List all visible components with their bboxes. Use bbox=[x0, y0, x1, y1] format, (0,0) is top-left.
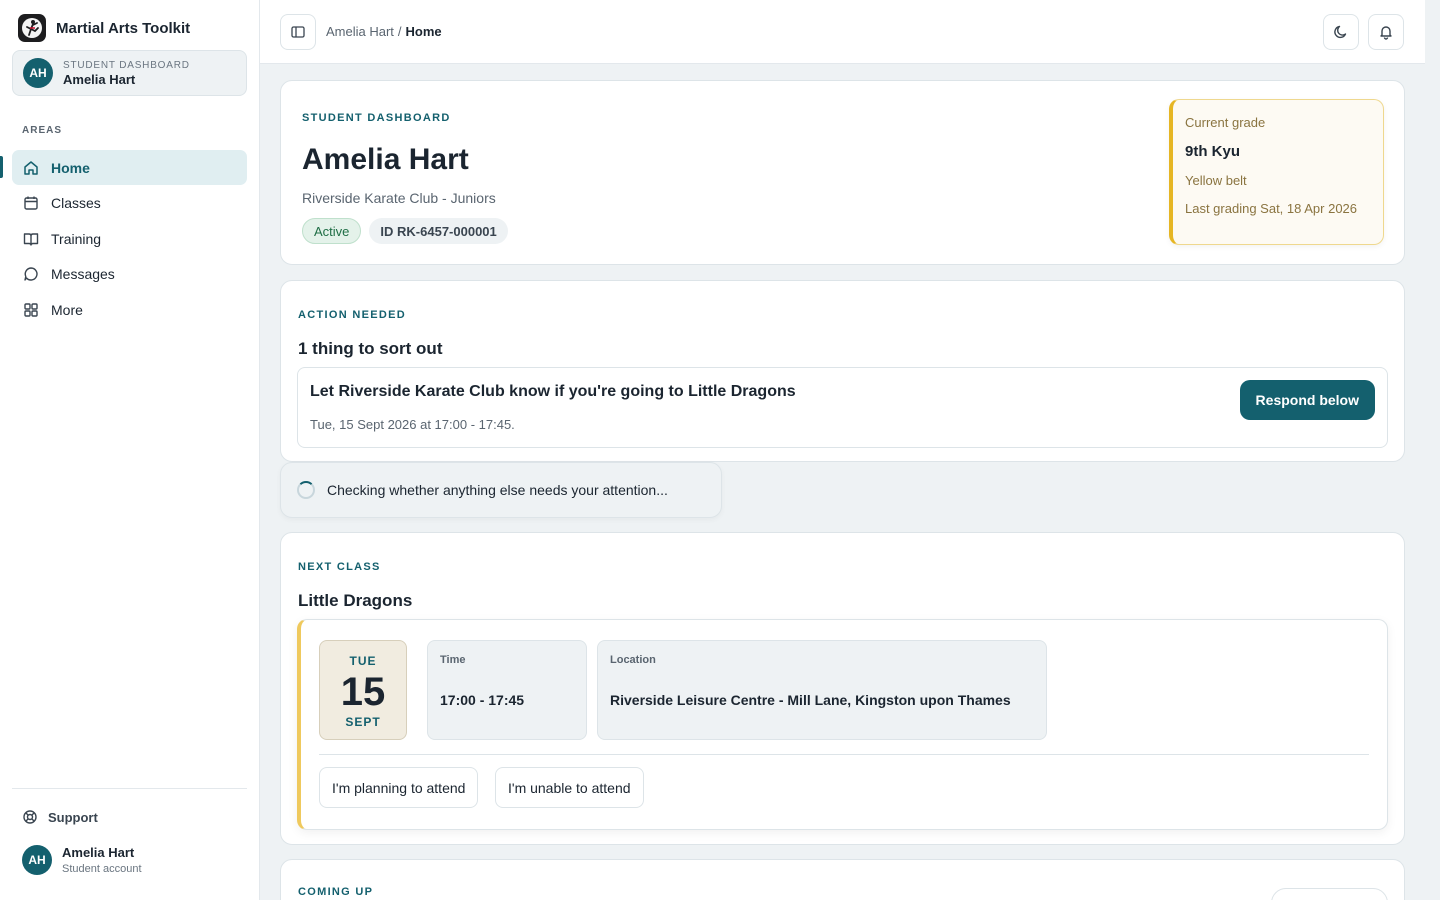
class-day: 15 bbox=[340, 670, 386, 714]
areas-label: AREAS bbox=[22, 125, 63, 136]
time-label: Time bbox=[440, 654, 466, 666]
class-detail: TUE 15 SEPT Time 17:00 - 17:45 Location … bbox=[297, 619, 1388, 830]
breadcrumb: Amelia Hart / Home bbox=[326, 24, 442, 39]
sidebar-item-training[interactable]: Training bbox=[12, 221, 247, 256]
class-divider bbox=[319, 754, 1369, 755]
support-label: Support bbox=[48, 809, 98, 825]
grade-label: Current grade bbox=[1185, 115, 1266, 130]
status-badge: Active bbox=[302, 218, 362, 244]
class-weekday: TUE bbox=[349, 654, 377, 668]
student-id-badge: ID RK-6457-000001 bbox=[369, 218, 508, 244]
profile-eyebrow: STUDENT DASHBOARD bbox=[302, 112, 451, 124]
respond-below-button[interactable]: Respond below bbox=[1239, 380, 1375, 420]
sidebar-item-messages[interactable]: Messages bbox=[12, 257, 247, 292]
belt-color: Yellow belt bbox=[1185, 173, 1247, 188]
task-title: Let Riverside Karate Club know if you're… bbox=[310, 383, 796, 400]
location-label: Location bbox=[610, 654, 656, 666]
sidebar-item-label: Home bbox=[51, 159, 90, 176]
breadcrumb-item-current: Home bbox=[405, 24, 442, 39]
checking-text: Checking whether anything else needs you… bbox=[327, 482, 668, 498]
topbar: Amelia Hart / Home bbox=[260, 0, 1425, 64]
app-title: Martial Arts Toolkit bbox=[56, 19, 191, 37]
notifications-button[interactable] bbox=[1368, 14, 1404, 50]
class-month: SEPT bbox=[345, 715, 381, 729]
unable-to-attend-button[interactable]: I'm unable to attend bbox=[495, 767, 644, 808]
sidebar: Martial Arts Toolkit AH STUDENT DASHBOAR… bbox=[0, 0, 260, 900]
sidebar-divider bbox=[12, 788, 247, 789]
sidebar-item-label: More bbox=[51, 301, 83, 318]
profile-card: STUDENT DASHBOARD Amelia Hart Riverside … bbox=[280, 80, 1405, 265]
martial-artist-logo bbox=[18, 14, 46, 42]
coming-up-eyebrow: COMING UP bbox=[298, 886, 374, 898]
action-task: Let Riverside Karate Club know if you're… bbox=[297, 367, 1388, 448]
message-icon bbox=[24, 267, 38, 281]
account-name: Amelia Hart bbox=[62, 845, 135, 860]
action-needed-card: ACTION NEEDED 1 thing to sort out Let Ri… bbox=[280, 280, 1405, 462]
current-grade-box: Current grade 9th Kyu Yellow belt Last g… bbox=[1169, 99, 1384, 245]
next-class-card: NEXT CLASS Little Dragons TUE 15 SEPT Ti… bbox=[280, 532, 1405, 845]
brand[interactable]: Martial Arts Toolkit bbox=[18, 14, 190, 42]
grade-value: 9th Kyu bbox=[1185, 143, 1241, 160]
sidebar-item-more[interactable]: More bbox=[12, 292, 247, 327]
theme-toggle-button[interactable] bbox=[1323, 14, 1359, 50]
moon-icon bbox=[1334, 25, 1347, 39]
grid-icon bbox=[24, 302, 38, 317]
user-card-role: STUDENT DASHBOARD bbox=[63, 59, 190, 71]
toggle-sidebar-button[interactable] bbox=[280, 14, 316, 50]
class-date-tile: TUE 15 SEPT bbox=[319, 640, 407, 740]
coming-up-card: COMING UP bbox=[280, 859, 1405, 900]
class-name: Little Dragons bbox=[298, 591, 413, 610]
support-link[interactable]: Support bbox=[22, 809, 98, 825]
checking-status: Checking whether anything else needs you… bbox=[280, 462, 722, 518]
home-icon bbox=[24, 160, 38, 175]
sidebar-item-label: Classes bbox=[51, 195, 101, 211]
account-type: Student account bbox=[62, 863, 142, 875]
action-eyebrow: ACTION NEEDED bbox=[298, 309, 406, 321]
active-indicator bbox=[0, 156, 3, 178]
user-card[interactable]: AH STUDENT DASHBOARD Amelia Hart bbox=[12, 50, 247, 96]
class-time: 17:00 - 17:45 bbox=[440, 692, 525, 708]
breadcrumb-item-user[interactable]: Amelia Hart bbox=[326, 24, 394, 39]
next-class-eyebrow: NEXT CLASS bbox=[298, 561, 381, 573]
user-card-name: Amelia Hart bbox=[63, 71, 136, 87]
sidebar-item-label: Messages bbox=[51, 266, 115, 282]
student-name: Amelia Hart bbox=[302, 143, 469, 176]
bell-icon bbox=[1380, 26, 1392, 40]
sidebar-nav: Home Classes Training Messages More bbox=[12, 150, 247, 328]
book-icon bbox=[23, 232, 39, 246]
club-name: Riverside Karate Club - Juniors bbox=[302, 190, 496, 206]
sidebar-item-home[interactable]: Home bbox=[12, 150, 247, 185]
sidebar-panel-icon bbox=[291, 26, 305, 38]
task-date: Tue, 15 Sept 2026 at 17:00 - 17:45. bbox=[310, 417, 515, 432]
last-grading: Last grading Sat, 18 Apr 2026 bbox=[1185, 201, 1358, 216]
sidebar-item-label: Training bbox=[51, 230, 102, 247]
calendar-icon bbox=[24, 196, 38, 210]
loading-spinner-icon bbox=[297, 481, 315, 499]
avatar: AH bbox=[22, 845, 52, 875]
avatar: AH bbox=[23, 58, 53, 88]
attend-button[interactable]: I'm planning to attend bbox=[319, 767, 479, 808]
lifebuoy-icon bbox=[23, 810, 37, 824]
account-menu[interactable]: AH Amelia Hart Student account bbox=[22, 845, 142, 875]
action-heading: 1 thing to sort out bbox=[298, 339, 443, 358]
class-location: Riverside Leisure Centre - Mill Lane, Ki… bbox=[610, 692, 1011, 708]
class-location-tile: Location Riverside Leisure Centre - Mill… bbox=[597, 640, 1047, 740]
sidebar-item-classes[interactable]: Classes bbox=[12, 186, 247, 221]
coming-up-action-button[interactable] bbox=[1271, 888, 1388, 900]
breadcrumb-separator: / bbox=[397, 24, 402, 39]
class-time-tile: Time 17:00 - 17:45 bbox=[427, 640, 587, 740]
